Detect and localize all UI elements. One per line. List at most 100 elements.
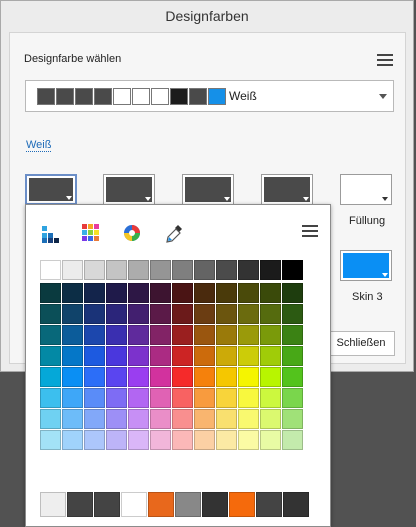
color-swatch[interactable] [172, 325, 193, 345]
color-swatch[interactable] [84, 304, 105, 324]
color-swatch[interactable] [238, 367, 259, 387]
color-swatch[interactable] [40, 304, 61, 324]
theme-menu-icon[interactable] [377, 54, 393, 68]
color-swatch[interactable] [194, 283, 215, 303]
theme-color-swatch[interactable] [40, 492, 66, 517]
color-swatch[interactable] [150, 430, 171, 450]
color-swatch[interactable] [172, 346, 193, 366]
color-swatch[interactable] [62, 304, 83, 324]
color-swatch[interactable] [172, 409, 193, 429]
color-swatch[interactable] [40, 367, 61, 387]
theme-color-swatch[interactable] [94, 492, 120, 517]
color-swatch[interactable] [62, 260, 83, 280]
color-swatch[interactable] [282, 283, 303, 303]
color-swatch[interactable] [260, 367, 281, 387]
color-swatch[interactable] [282, 388, 303, 408]
color-slot-hintergrund[interactable] [25, 174, 77, 205]
color-swatch[interactable] [62, 388, 83, 408]
color-slot-skin-3[interactable] [340, 250, 392, 281]
color-swatch[interactable] [216, 304, 237, 324]
color-swatch[interactable] [282, 409, 303, 429]
color-swatch[interactable] [282, 260, 303, 280]
color-swatch[interactable] [62, 367, 83, 387]
color-swatch[interactable] [128, 430, 149, 450]
color-swatch[interactable] [172, 367, 193, 387]
color-swatch[interactable] [282, 430, 303, 450]
color-swatch[interactable] [150, 346, 171, 366]
color-swatch[interactable] [194, 325, 215, 345]
theme-color-swatch[interactable] [148, 492, 174, 517]
color-slot-füllung[interactable] [340, 174, 392, 205]
color-swatch[interactable] [194, 260, 215, 280]
color-swatch[interactable] [260, 283, 281, 303]
color-swatch[interactable] [84, 367, 105, 387]
color-swatch[interactable] [238, 304, 259, 324]
color-swatch[interactable] [106, 283, 127, 303]
color-swatch[interactable] [260, 325, 281, 345]
color-swatch[interactable] [62, 325, 83, 345]
color-swatch[interactable] [216, 283, 237, 303]
color-swatch[interactable] [194, 388, 215, 408]
color-swatch[interactable] [260, 346, 281, 366]
color-swatch[interactable] [106, 260, 127, 280]
color-swatch[interactable] [238, 260, 259, 280]
color-swatch[interactable] [106, 325, 127, 345]
color-swatch[interactable] [40, 346, 61, 366]
color-swatch[interactable] [84, 430, 105, 450]
color-swatch[interactable] [150, 325, 171, 345]
color-swatch[interactable] [216, 409, 237, 429]
color-swatch[interactable] [172, 283, 193, 303]
theme-color-swatch[interactable] [229, 492, 255, 517]
color-swatch[interactable] [260, 409, 281, 429]
color-slot-rahmen[interactable] [261, 174, 313, 205]
color-swatch[interactable] [150, 388, 171, 408]
color-swatch[interactable] [150, 409, 171, 429]
color-wheel-icon[interactable] [122, 223, 142, 243]
color-swatch[interactable] [238, 409, 259, 429]
color-swatch[interactable] [150, 304, 171, 324]
color-swatch[interactable] [216, 260, 237, 280]
theme-dropdown[interactable]: Weiß [25, 80, 394, 112]
color-swatch[interactable] [128, 283, 149, 303]
color-swatch[interactable] [194, 409, 215, 429]
current-theme-link[interactable]: Weiß [26, 139, 52, 152]
color-swatch[interactable] [128, 346, 149, 366]
color-swatch[interactable] [216, 325, 237, 345]
color-swatch[interactable] [172, 260, 193, 280]
color-swatch[interactable] [216, 367, 237, 387]
color-swatch[interactable] [282, 346, 303, 366]
theme-color-swatch[interactable] [121, 492, 147, 517]
color-swatch[interactable] [84, 346, 105, 366]
color-swatch[interactable] [128, 409, 149, 429]
color-swatch[interactable] [238, 325, 259, 345]
color-swatch[interactable] [84, 388, 105, 408]
color-swatch[interactable] [84, 283, 105, 303]
theme-color-swatch[interactable] [202, 492, 228, 517]
theme-color-swatch[interactable] [283, 492, 309, 517]
color-swatch[interactable] [106, 409, 127, 429]
color-swatch[interactable] [62, 283, 83, 303]
color-swatch[interactable] [216, 388, 237, 408]
color-swatch[interactable] [62, 346, 83, 366]
color-swatch[interactable] [260, 430, 281, 450]
color-swatch[interactable] [216, 346, 237, 366]
color-swatch[interactable] [128, 388, 149, 408]
color-palette-icon[interactable] [81, 223, 101, 243]
color-swatch[interactable] [282, 367, 303, 387]
color-swatch[interactable] [194, 367, 215, 387]
color-swatch[interactable] [40, 325, 61, 345]
color-swatch[interactable] [106, 367, 127, 387]
color-swatch[interactable] [62, 430, 83, 450]
color-swatch[interactable] [40, 430, 61, 450]
color-swatch[interactable] [260, 304, 281, 324]
color-swatch[interactable] [238, 283, 259, 303]
color-slot-akzent[interactable] [182, 174, 234, 205]
theme-color-swatch[interactable] [256, 492, 282, 517]
color-swatch[interactable] [282, 304, 303, 324]
color-swatch[interactable] [106, 430, 127, 450]
color-swatch[interactable] [194, 346, 215, 366]
color-swatch[interactable] [84, 409, 105, 429]
color-swatch[interactable] [194, 430, 215, 450]
color-swatch[interactable] [238, 430, 259, 450]
color-swatch[interactable] [40, 409, 61, 429]
